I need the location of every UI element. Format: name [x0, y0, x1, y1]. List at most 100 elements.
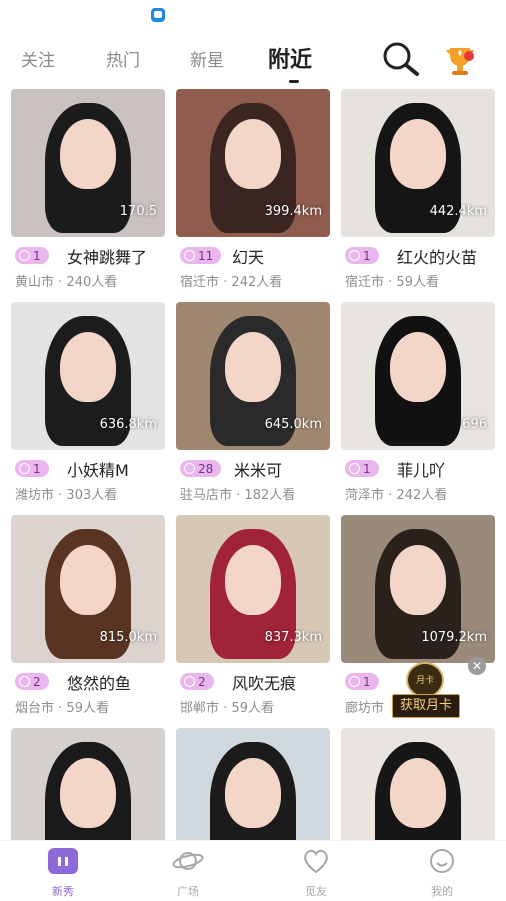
- level-badge: 28: [180, 460, 222, 477]
- monthly-card-promo[interactable]: 月卡 获取月卡: [392, 656, 462, 724]
- distance-label: 399.4km: [264, 204, 322, 219]
- active-tab-indicator: [289, 80, 299, 83]
- badge-icon: [184, 676, 195, 687]
- tab-nearby[interactable]: 附近: [268, 42, 312, 74]
- streamer-card[interactable]: 170.5 1 女神跳舞了 黄山市 · 240人看: [11, 89, 165, 290]
- top-tabs: 关注 热门 新星 附近: [0, 38, 506, 82]
- distance-label: 815.0km: [99, 630, 157, 645]
- distance-label: 696: [462, 417, 487, 432]
- thumbnail: [341, 728, 495, 840]
- portrait-face: [60, 332, 116, 402]
- level-badge: 11: [180, 247, 222, 264]
- streamer-card[interactable]: [176, 728, 330, 840]
- portrait-face: [390, 119, 446, 189]
- distance-label: 837.3km: [264, 630, 322, 645]
- streamer-name: 菲儿吖: [397, 461, 446, 480]
- monthly-card-coin-icon: 月卡: [406, 662, 444, 698]
- thumbnail: 399.4km: [176, 89, 330, 237]
- thumbnail: [11, 728, 165, 840]
- portrait-face: [60, 545, 116, 615]
- streamer-card[interactable]: 645.0km 28 米米可 驻马店市 · 182人看: [176, 302, 330, 503]
- notification-icon: [151, 8, 165, 22]
- portrait-face: [225, 119, 281, 189]
- distance-label: 170.5: [119, 204, 157, 219]
- streamer-card[interactable]: 696 1 菲儿吖 菏泽市 · 242人看: [341, 302, 495, 503]
- portrait-face: [60, 119, 116, 189]
- level-badge: 1: [15, 460, 49, 477]
- distance-label: 645.0km: [264, 417, 322, 432]
- bottom-nav: 新秀 广场 觅友 我的: [0, 840, 506, 901]
- distance-label: 1079.2km: [421, 630, 487, 645]
- streamer-name: 米米可: [234, 461, 283, 480]
- nav-item-find-friends[interactable]: 觅友: [276, 847, 356, 899]
- streamer-card[interactable]: [11, 728, 165, 840]
- streamer-card[interactable]: 442.4km 1 红火的火苗 宿迁市 · 59人看: [341, 89, 495, 290]
- home-icon: [48, 848, 78, 874]
- streamer-name: 小妖精M: [67, 461, 129, 480]
- location-viewers: 菏泽市 · 242人看: [345, 488, 448, 503]
- level-badge: 1: [345, 673, 379, 690]
- badge-icon: [349, 676, 360, 687]
- streamer-name: 幻天: [232, 248, 265, 267]
- streamer-name: 女神跳舞了: [67, 248, 148, 267]
- level-badge: 2: [15, 673, 49, 690]
- portrait-face: [390, 758, 446, 828]
- thumbnail: 837.3km: [176, 515, 330, 663]
- streamer-name: 红火的火苗: [397, 248, 478, 267]
- location-viewers: 宿迁市 · 59人看: [345, 275, 439, 290]
- thumbnail: 1079.2km: [341, 515, 495, 663]
- search-icon[interactable]: [380, 40, 422, 78]
- nav-item-new-show[interactable]: 新秀: [23, 847, 103, 899]
- location-viewers: 黄山市 · 240人看: [15, 275, 118, 290]
- tab-new-star[interactable]: 新星: [190, 46, 224, 71]
- badge-icon: [184, 250, 195, 261]
- badge-icon: [349, 250, 360, 261]
- nav-item-plaza[interactable]: 广场: [148, 847, 228, 899]
- heart-icon: [304, 849, 328, 874]
- badge-icon: [19, 250, 30, 261]
- streamer-card[interactable]: [341, 728, 495, 840]
- badge-icon: [349, 463, 360, 474]
- tab-hot[interactable]: 热门: [106, 46, 140, 71]
- level-badge: 1: [345, 460, 379, 477]
- thumbnail: 442.4km: [341, 89, 495, 237]
- thumbnail: 696: [341, 302, 495, 450]
- tab-follow[interactable]: 关注: [21, 46, 55, 71]
- streamer-name: 悠然的鱼: [67, 674, 132, 693]
- level-badge: 1: [345, 247, 379, 264]
- distance-label: 636.8km: [99, 417, 157, 432]
- status-bar: [0, 0, 506, 32]
- location-viewers: 烟台市 · 59人看: [15, 701, 109, 716]
- streamer-card[interactable]: 399.4km 11 幻天 宿迁市 · 242人看: [176, 89, 330, 290]
- level-badge: 1: [15, 247, 49, 264]
- location-viewers: 潍坊市 · 303人看: [15, 488, 118, 503]
- streamer-card[interactable]: 636.8km 1 小妖精M 潍坊市 · 303人看: [11, 302, 165, 503]
- location-viewers: 宿迁市 · 242人看: [180, 275, 283, 290]
- thumbnail: 636.8km: [11, 302, 165, 450]
- close-icon[interactable]: ✕: [468, 657, 486, 675]
- planet-icon: [172, 852, 204, 870]
- portrait-face: [225, 332, 281, 402]
- thumbnail: 645.0km: [176, 302, 330, 450]
- trophy-icon[interactable]: [443, 44, 477, 78]
- streamer-name: 风吹无痕: [232, 674, 297, 693]
- streamer-card[interactable]: 837.3km 2 风吹无痕 邯郸市 · 59人看: [176, 515, 330, 716]
- streamer-grid: 170.5 1 女神跳舞了 黄山市 · 240人看 399.4km 11 幻天 …: [0, 88, 506, 840]
- portrait-face: [225, 545, 281, 615]
- badge-icon: [19, 676, 30, 687]
- location-viewers: 邯郸市 · 59人看: [180, 701, 274, 716]
- thumbnail: 815.0km: [11, 515, 165, 663]
- badge-icon: [19, 463, 30, 474]
- streamer-card[interactable]: 815.0km 2 悠然的鱼 烟台市 · 59人看: [11, 515, 165, 716]
- portrait-face: [390, 545, 446, 615]
- smile-icon: [430, 849, 454, 873]
- distance-label: 442.4km: [429, 204, 487, 219]
- promo-banner-label: 获取月卡: [392, 694, 460, 718]
- thumbnail: 170.5: [11, 89, 165, 237]
- thumbnail: [176, 728, 330, 840]
- location-viewers: 驻马店市 · 182人看: [180, 488, 296, 503]
- nav-item-me[interactable]: 我的: [402, 847, 482, 899]
- portrait-face: [390, 332, 446, 402]
- level-badge: 2: [180, 673, 214, 690]
- portrait-face: [60, 758, 116, 828]
